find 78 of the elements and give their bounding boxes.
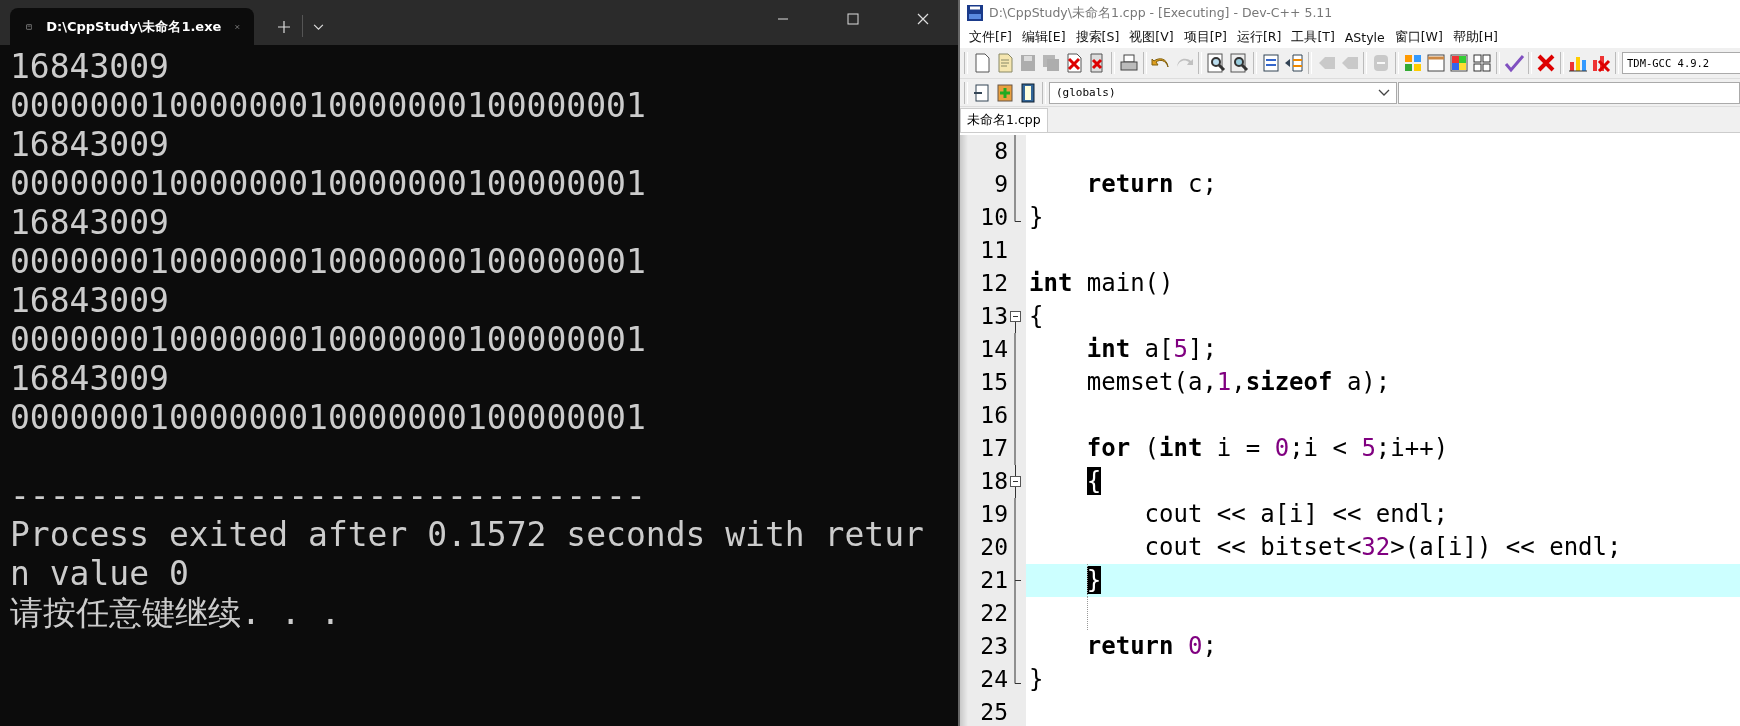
console-line: n value 0 [10, 554, 189, 593]
code-line: int main() [1029, 269, 1174, 297]
console-line: 00000001000000010000000100000001 [10, 242, 646, 281]
code-line: { [1029, 302, 1044, 330]
replace-icon[interactable] [1228, 52, 1250, 74]
line-number: 9 [993, 170, 1008, 199]
window-icon[interactable] [1425, 52, 1447, 74]
line-number: 23 [979, 632, 1008, 661]
line-number: 25 [979, 698, 1008, 726]
code-line: cout << bitset<32>(a[i]) << endl; [1143, 533, 1622, 561]
line-number: 21 [979, 566, 1008, 595]
console-line: 00000001000000010000000100000001 [10, 320, 646, 359]
chevron-down-icon [1378, 88, 1390, 97]
code-line: int a[5]; [1085, 335, 1217, 363]
menu-item[interactable]: 文件[F] [964, 28, 1017, 46]
line-number: 17 [979, 434, 1008, 463]
console-line: 16843009 [10, 281, 169, 320]
code-line: memset(a,1,sizeof a); [1085, 368, 1391, 396]
code-line: } [1029, 665, 1044, 693]
print-icon[interactable] [1118, 52, 1140, 74]
console-line: 16843009 [10, 47, 169, 86]
console-line: Process exited after 0.1572 seconds with retur [10, 515, 924, 554]
menu-item[interactable]: 视图[V] [1124, 28, 1179, 46]
unindent-icon[interactable] [1283, 52, 1305, 74]
line-number: 22 [979, 599, 1008, 628]
line-number: 8 [993, 137, 1008, 166]
console-line: 00000001000000010000000100000001 [10, 398, 646, 437]
code-line: } [1029, 203, 1044, 231]
line-number: 24 [979, 665, 1008, 694]
console-line: 请按任意键继续. . . [10, 593, 341, 632]
add-tab-icon[interactable] [278, 21, 290, 33]
maximize-icon[interactable] [847, 13, 859, 25]
menu-item[interactable]: 工具[T] [1286, 28, 1340, 46]
tiles-icon[interactable] [1471, 52, 1493, 74]
close-icon[interactable] [1535, 52, 1557, 74]
compiler-dropdown[interactable]: TDM-GCC 4.9.2 [1622, 52, 1740, 74]
console-line: -------------------------------- [10, 476, 646, 515]
line-number: 13 [979, 302, 1008, 331]
console-line: 00000001000000010000000100000001 [10, 164, 646, 203]
code-line: for (int i = 0;i < 5;i++) [1085, 434, 1449, 462]
file-tab[interactable]: 未命名1.cpp [960, 108, 1048, 132]
window-title: D:\CppStudy\未命名1.cpp - [Executing] - Dev-C++ 5.11 [989, 4, 1333, 22]
app-icon [967, 5, 983, 21]
line-number: 19 [979, 500, 1008, 529]
line-number: 15 [979, 368, 1008, 397]
chevron-down-icon[interactable] [313, 24, 324, 31]
symbol-dropdown[interactable] [1398, 81, 1740, 104]
code-line: return c; [1085, 170, 1217, 198]
line-number: 16 [979, 401, 1008, 430]
tab-title: D:\CppStudy\未命名1.exe [46, 17, 222, 36]
menu-item[interactable]: 窗口[W] [1389, 28, 1448, 46]
close-icon[interactable] [917, 13, 929, 25]
code-line: return 0; [1085, 632, 1217, 660]
console-line: 16843009 [10, 359, 169, 398]
search-icon[interactable] [1205, 52, 1227, 74]
console-tab[interactable]: D:\CppStudy\未命名1.exe [10, 8, 254, 45]
line-number: 10 [979, 203, 1008, 232]
line-number: 11 [979, 236, 1008, 265]
console-line: 00000001000000010000000100000001 [10, 86, 646, 125]
menu-item[interactable]: 运行[R] [1231, 28, 1287, 46]
menu-item[interactable]: 搜索[S] [1070, 28, 1125, 46]
console-line: 16843009 [10, 203, 169, 242]
console-line: 16843009 [10, 125, 169, 164]
color-grid-icon[interactable] [1448, 52, 1470, 74]
code-line: cout << a[i] << endl; [1143, 500, 1449, 528]
menu-item[interactable]: AStyle [1339, 29, 1390, 45]
line-number: 12 [979, 269, 1008, 298]
indent-icon[interactable] [1260, 52, 1282, 74]
line-number: 18 [979, 467, 1008, 496]
menu-item[interactable]: 编辑[E] [1016, 28, 1071, 46]
grid-icon[interactable] [1402, 52, 1424, 74]
menu-item[interactable]: 项目[P] [1178, 28, 1232, 46]
menu-item[interactable]: 帮助[H] [1447, 28, 1503, 46]
line-number: 20 [979, 533, 1008, 562]
check-icon[interactable] [1503, 52, 1525, 74]
fold-toggle-icon[interactable] [1010, 465, 1021, 498]
scope-dropdown[interactable]: (globals) [1049, 81, 1397, 104]
line-number: 14 [979, 335, 1008, 364]
